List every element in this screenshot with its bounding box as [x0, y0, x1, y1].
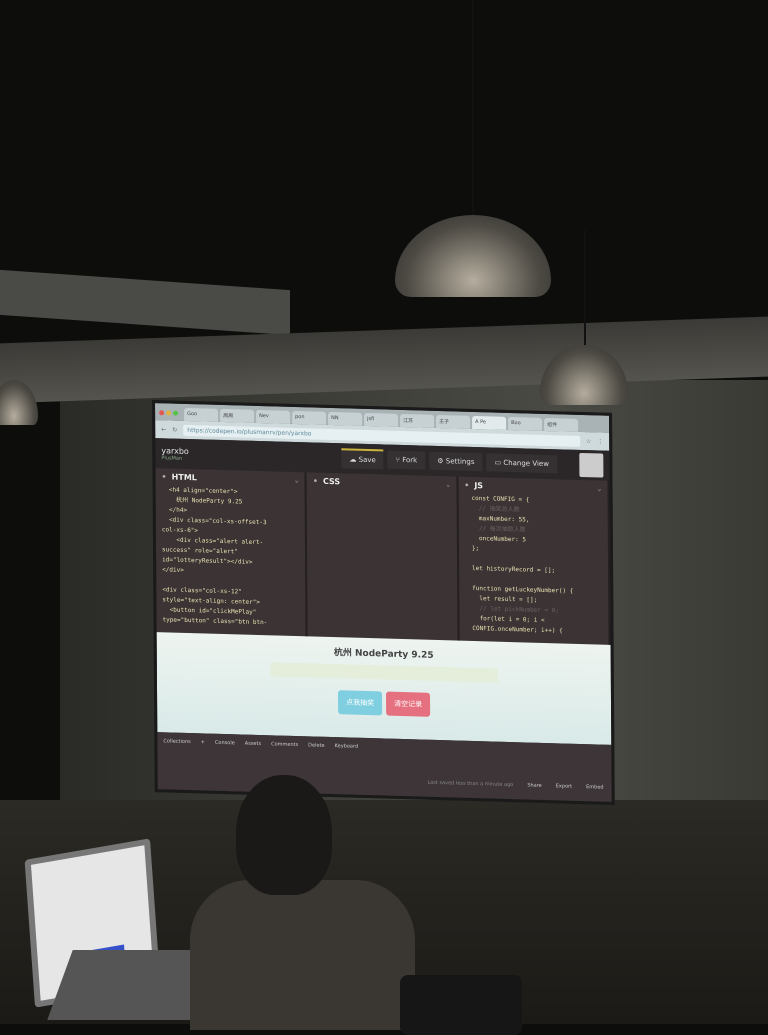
footer-link[interactable]: Keyboard [335, 743, 359, 750]
clear-button[interactable]: 清空记录 [385, 691, 431, 717]
change-view-label: Change View [503, 458, 549, 469]
chair [400, 975, 522, 1035]
settings-button[interactable]: ⚙ Settings [429, 451, 483, 472]
projector-screen: Goo 周周 Nev pon NN jsfi 江苏 王子 A Pe Boo 组件… [152, 400, 615, 805]
browser-tab[interactable]: 周周 [220, 408, 255, 423]
minimize-dot[interactable] [166, 410, 172, 416]
settings-label: Settings [445, 457, 475, 467]
window-controls[interactable] [159, 410, 179, 416]
ceiling-light-panel [0, 269, 290, 336]
avatar[interactable] [579, 452, 604, 478]
menu-icon[interactable]: ⋮ [597, 438, 603, 445]
share-button[interactable]: Share [527, 782, 541, 788]
save-label: Save [358, 455, 376, 465]
css-pane-title: CSS [313, 476, 450, 489]
save-button[interactable]: ☁ Save [341, 448, 384, 470]
chevron-down-icon[interactable]: ⌄ [295, 476, 299, 484]
cloud-icon: ☁ [349, 455, 359, 464]
browser-tab[interactable]: Boo [508, 416, 543, 431]
js-code[interactable]: const CONFIG = { // 抽奖总人数 maxNumber: 55,… [464, 494, 602, 638]
footer-link[interactable]: Assets [245, 741, 261, 747]
bookmark-star-icon[interactable]: ☆ [586, 438, 591, 445]
js-pane-title: JS [464, 481, 601, 494]
maximize-dot[interactable] [173, 410, 179, 416]
preview-heading: 杭州 NodeParty 9.25 [333, 648, 434, 661]
pendant-lamp [395, 215, 551, 297]
preview-pane: 杭州 NodeParty 9.25 点我抽奖 清空记录 [156, 632, 612, 745]
footer-link[interactable]: Delete [308, 742, 324, 748]
html-code[interactable]: <h4 align="center"> 杭州 NodeParty 9.25 </… [162, 485, 300, 629]
export-button[interactable]: Export [556, 783, 572, 789]
fork-label: Fork [402, 455, 418, 465]
html-pane-title: HTML [162, 472, 299, 485]
browser-tab[interactable]: NN [328, 411, 363, 426]
js-pane[interactable]: JS ⌄ const CONFIG = { // 抽奖总人数 maxNumber… [458, 476, 611, 645]
editor-panes: HTML ⌄ <h4 align="center"> 杭州 NodeParty … [155, 468, 611, 645]
chevron-down-icon[interactable]: ⌄ [446, 480, 450, 488]
browser-tab[interactable]: 江苏 [400, 413, 435, 428]
browser-tab[interactable]: 王子 [436, 414, 471, 429]
reload-icon[interactable]: ↻ [172, 426, 177, 433]
codepen-footer: Collections + Console Assets Comments De… [157, 732, 612, 805]
browser-tab[interactable]: 组件 [544, 417, 579, 432]
last-saved-status: Last saved less than a minute ago [427, 779, 514, 789]
html-pane[interactable]: HTML ⌄ <h4 align="center"> 杭州 NodeParty … [155, 468, 308, 637]
embed-button[interactable]: Embed [586, 784, 604, 790]
browser-tab[interactable]: jsfi [364, 412, 399, 427]
draw-button[interactable]: 点我抽奖 [337, 690, 383, 716]
person-head [236, 775, 332, 895]
fork-button[interactable]: ⑂ Fork [387, 450, 426, 470]
browser-tab[interactable]: A Pe [472, 415, 507, 430]
lottery-result-alert [270, 662, 498, 683]
change-view-button[interactable]: ▭ Change View [486, 453, 558, 474]
lamp-cord [584, 230, 586, 350]
person-body [190, 880, 415, 1030]
back-icon[interactable]: ← [161, 426, 166, 433]
footer-link[interactable]: Comments [271, 741, 298, 748]
browser-tab[interactable]: Goo [184, 407, 219, 422]
close-dot[interactable] [159, 410, 165, 416]
footer-link[interactable]: Collections [163, 738, 190, 745]
browser-tab[interactable]: pon [292, 410, 327, 425]
footer-link[interactable]: + [201, 739, 205, 745]
layout-icon: ▭ [494, 458, 504, 467]
chevron-down-icon[interactable]: ⌄ [597, 484, 601, 492]
footer-link[interactable]: Console [215, 740, 235, 747]
lamp-cord [472, 0, 474, 230]
css-pane[interactable]: CSS ⌄ [306, 472, 460, 641]
browser-tab[interactable]: Nev [256, 409, 291, 424]
